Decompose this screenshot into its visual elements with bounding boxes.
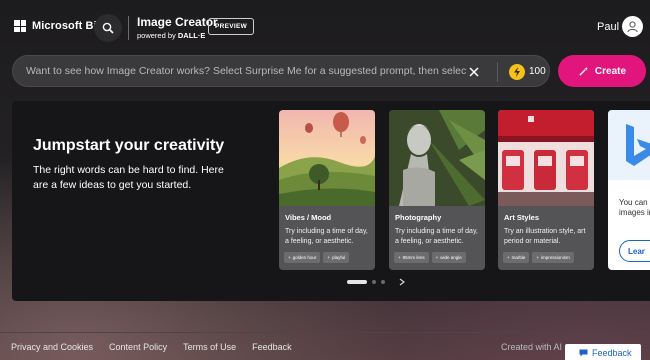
card-body: Vibes / Mood Try including a time of day… — [279, 206, 375, 270]
idea-card-peek[interactable]: You can use images in fi Lear — [608, 110, 650, 270]
tag-label: marble — [511, 255, 526, 260]
plus-icon: + — [288, 255, 291, 260]
boost-coin-icon[interactable] — [509, 64, 525, 80]
footer-link-content-policy[interactable]: Content Policy — [109, 342, 167, 352]
card-description: Try including a time of day, a feeling, … — [285, 228, 368, 245]
card-tags: + golden hour + playful — [284, 252, 350, 263]
chevron-right-icon[interactable] — [398, 278, 406, 286]
prompt-bar: Want to see how Image Creator works? Sel… — [12, 55, 550, 87]
carousel-dot-3[interactable] — [381, 280, 385, 284]
learn-more-button[interactable]: Lear — [619, 240, 650, 262]
feedback-icon — [579, 349, 588, 357]
microsoft-logo-icon — [14, 20, 26, 32]
card-title: Art Styles — [504, 213, 540, 222]
card-body: Photography Try including a time of day,… — [389, 206, 485, 270]
header-divider — [128, 16, 129, 40]
tag-chip[interactable]: +85mm lens — [394, 252, 429, 263]
footer-link-privacy[interactable]: Privacy and Cookies — [11, 342, 93, 352]
tag-chip[interactable]: + golden hour — [284, 252, 321, 263]
user-name[interactable]: Paul — [597, 21, 619, 33]
panel-description: The right words can be hard to find. Her… — [33, 164, 224, 191]
lightning-icon — [514, 67, 520, 77]
footer-link-feedback[interactable]: Feedback — [252, 342, 292, 352]
avatar[interactable] — [622, 16, 643, 37]
search-icon — [102, 22, 114, 34]
plus-icon: + — [536, 255, 540, 260]
plus-icon: + — [327, 255, 331, 260]
tag-chip[interactable]: + impressionism — [532, 252, 574, 263]
image-creator-brand[interactable]: Image Creator powered by DALL·E — [137, 15, 218, 40]
tag-label: impressionism — [541, 255, 570, 260]
jumpstart-panel: Jumpstart your creativity The right word… — [12, 101, 650, 301]
card-image-gas-station — [498, 110, 594, 206]
powered-by-text: powered by — [137, 31, 176, 40]
feedback-button[interactable]: Feedback — [565, 344, 641, 360]
tag-label: playful — [332, 255, 346, 260]
idea-card-art-styles[interactable]: Art Styles Try an illustration style, ar… — [498, 110, 594, 270]
tag-chip[interactable]: + playful — [323, 252, 350, 263]
idea-card-vibes[interactable]: Vibes / Mood Try including a time of day… — [279, 110, 375, 270]
card-body: Art Styles Try an illustration style, ar… — [498, 206, 594, 270]
bing-b-icon — [608, 110, 650, 180]
dalle-text: DALL·E — [177, 31, 206, 40]
prompt-divider — [497, 62, 498, 82]
card-title: Vibes / Mood — [285, 213, 332, 222]
tag-chip[interactable]: + marble — [503, 252, 530, 263]
card-image-statue — [389, 110, 485, 206]
card-title: Photography — [395, 213, 442, 222]
user-icon — [627, 21, 638, 33]
footer-links: Privacy and Cookies Content Policy Terms… — [11, 342, 292, 352]
tag-chip[interactable]: + wide angle — [431, 252, 466, 263]
card-description: Try including a time of day, a feeling, … — [395, 228, 478, 245]
created-with-ai-label: Created with AI — [501, 342, 563, 352]
brand-subtitle: powered by DALL·E — [137, 31, 218, 40]
idea-card-photography[interactable]: Photography Try including a time of day,… — [389, 110, 485, 270]
search-button[interactable] — [94, 14, 122, 42]
prompt-input[interactable]: Want to see how Image Creator works? Sel… — [26, 65, 466, 77]
header: Microsoft Bing Image Creator powered by … — [0, 0, 650, 56]
clear-icon[interactable] — [467, 65, 481, 79]
tag-label: 85mm lens — [402, 255, 425, 260]
create-sparkle-icon — [579, 66, 589, 76]
panel-title: Jumpstart your creativity — [33, 137, 225, 154]
card-tags: + marble + impressionism — [503, 252, 574, 263]
carousel-dot-1[interactable] — [347, 280, 367, 284]
boost-count: 100 — [529, 66, 546, 77]
footer-link-terms[interactable]: Terms of Use — [183, 342, 236, 352]
footer-divider — [0, 332, 650, 333]
tag-label: wide angle — [440, 255, 462, 260]
carousel-pagination — [347, 278, 406, 286]
peek-card-description: You can use images in fi — [619, 198, 650, 217]
card-tags: +85mm lens + wide angle — [394, 252, 466, 263]
create-label: Create — [594, 65, 627, 77]
plus-icon: + — [435, 255, 439, 260]
create-button[interactable]: Create — [558, 55, 646, 87]
plus-icon: + — [398, 255, 401, 260]
plus-icon: + — [507, 255, 510, 260]
tag-label: golden hour — [292, 255, 317, 260]
carousel-dot-2[interactable] — [372, 280, 376, 284]
card-description: Try an illustration style, art period or… — [504, 228, 586, 245]
preview-badge: PREVIEW — [208, 18, 255, 35]
brand-title: Image Creator — [137, 15, 218, 29]
feedback-button-label: Feedback — [592, 348, 632, 358]
card-image-landscape — [279, 110, 375, 206]
